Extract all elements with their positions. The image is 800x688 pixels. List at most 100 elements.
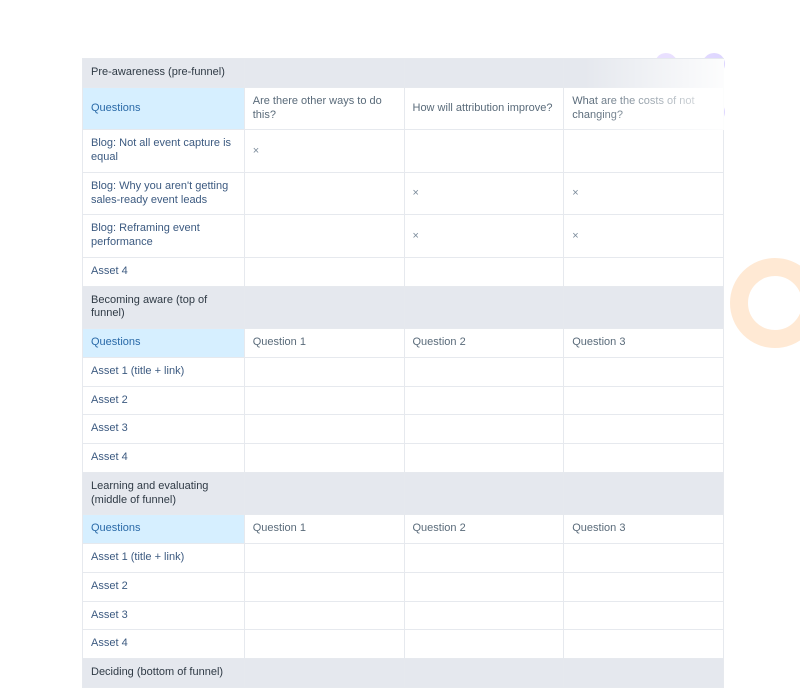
section-title: Pre-awareness (pre-funnel) bbox=[83, 59, 245, 88]
cell bbox=[405, 573, 565, 602]
section-spacer bbox=[405, 473, 565, 516]
cell bbox=[564, 415, 724, 444]
cell bbox=[245, 444, 405, 473]
section-title: Learning and evaluating (middle of funne… bbox=[83, 473, 245, 516]
section-spacer bbox=[245, 59, 405, 88]
cell bbox=[405, 602, 565, 631]
question-2: How will attribution improve? bbox=[405, 88, 565, 131]
questions-label: Questions bbox=[83, 329, 245, 358]
asset-label: Asset 4 bbox=[91, 451, 128, 465]
table-row: Asset 3 bbox=[83, 415, 724, 444]
section-spacer bbox=[245, 659, 405, 688]
table-row: Asset 4 bbox=[83, 444, 724, 473]
asset-label: Asset 4 bbox=[91, 265, 128, 279]
cell bbox=[564, 573, 724, 602]
section-title: Deciding (bottom of funnel) bbox=[83, 659, 245, 688]
section-header: Learning and evaluating (middle of funne… bbox=[83, 473, 724, 516]
asset-label: Asset 1 (title + link) bbox=[91, 365, 184, 379]
cell bbox=[405, 258, 565, 287]
table-row: Blog: Why you aren't getting sales-ready… bbox=[83, 173, 724, 216]
table-row: Asset 1 (title + link) bbox=[83, 544, 724, 573]
x-mark-icon: × bbox=[413, 188, 419, 199]
x-mark-icon: × bbox=[572, 188, 578, 199]
table-row: Asset 4 bbox=[83, 630, 724, 659]
section-spacer bbox=[564, 659, 724, 688]
question-1: Question 1 bbox=[245, 329, 405, 358]
cell bbox=[564, 387, 724, 416]
section-spacer bbox=[245, 473, 405, 516]
section-spacer bbox=[564, 287, 724, 330]
cell bbox=[564, 130, 724, 173]
asset-label: Asset 1 (title + link) bbox=[91, 551, 184, 565]
cell bbox=[245, 573, 405, 602]
asset-label: Blog: Not all event capture is equal bbox=[91, 137, 236, 165]
question-3: Question 3 bbox=[564, 329, 724, 358]
section-spacer bbox=[405, 287, 565, 330]
section-spacer bbox=[564, 59, 724, 88]
cell bbox=[564, 358, 724, 387]
x-mark-icon: × bbox=[253, 146, 259, 157]
x-mark-icon: × bbox=[413, 231, 419, 242]
asset-label: Asset 2 bbox=[91, 580, 128, 594]
table-row: Asset 1 (title + link) bbox=[83, 358, 724, 387]
asset-label: Asset 4 bbox=[91, 637, 128, 651]
question-2: Question 2 bbox=[405, 515, 565, 544]
section-spacer bbox=[405, 59, 565, 88]
section-header: Becoming aware (top of funnel) bbox=[83, 287, 724, 330]
cell bbox=[564, 258, 724, 287]
cell bbox=[245, 630, 405, 659]
cell bbox=[405, 387, 565, 416]
asset-label: Blog: Why you aren't getting sales-ready… bbox=[91, 180, 236, 208]
cell bbox=[564, 544, 724, 573]
questions-row: Questions Are there other ways to do thi… bbox=[83, 88, 724, 131]
section-header: Deciding (bottom of funnel) bbox=[83, 659, 724, 688]
questions-label: Questions bbox=[83, 515, 245, 544]
cell bbox=[245, 544, 405, 573]
cell: × bbox=[405, 173, 565, 216]
question-3: What are the costs of not changing? bbox=[564, 88, 724, 131]
cell bbox=[405, 130, 565, 173]
cell bbox=[564, 630, 724, 659]
section-header: Pre-awareness (pre-funnel) bbox=[83, 59, 724, 88]
question-1: Are there other ways to do this? bbox=[245, 88, 405, 131]
questions-row: Questions Question 1 Question 2 Question… bbox=[83, 515, 724, 544]
cell bbox=[245, 358, 405, 387]
cell bbox=[245, 387, 405, 416]
section-spacer bbox=[405, 659, 565, 688]
section-spacer bbox=[564, 473, 724, 516]
question-2: Question 2 bbox=[405, 329, 565, 358]
section-title: Becoming aware (top of funnel) bbox=[83, 287, 245, 330]
cell bbox=[405, 544, 565, 573]
cell bbox=[564, 444, 724, 473]
decor-circle-orange-icon bbox=[730, 258, 800, 348]
cell bbox=[245, 215, 405, 258]
asset-label: Asset 2 bbox=[91, 394, 128, 408]
cell bbox=[245, 602, 405, 631]
cell: × bbox=[405, 215, 565, 258]
cell: × bbox=[564, 215, 724, 258]
table-row: Asset 2 bbox=[83, 573, 724, 602]
cell bbox=[405, 444, 565, 473]
table-row: Asset 3 bbox=[83, 602, 724, 631]
x-mark-icon: × bbox=[572, 231, 578, 242]
asset-label: Asset 3 bbox=[91, 422, 128, 436]
cell bbox=[564, 602, 724, 631]
question-1: Question 1 bbox=[245, 515, 405, 544]
cell bbox=[245, 415, 405, 444]
asset-label: Blog: Reframing event performance bbox=[91, 222, 236, 250]
question-3: Question 3 bbox=[564, 515, 724, 544]
table-row: Blog: Not all event capture is equal × bbox=[83, 130, 724, 173]
cell bbox=[405, 630, 565, 659]
cell: × bbox=[564, 173, 724, 216]
asset-label: Asset 3 bbox=[91, 609, 128, 623]
cell bbox=[405, 358, 565, 387]
questions-label: Questions bbox=[83, 88, 245, 131]
cell bbox=[405, 415, 565, 444]
table-row: Blog: Reframing event performance × × bbox=[83, 215, 724, 258]
cell bbox=[245, 173, 405, 216]
content-map-table: Pre-awareness (pre-funnel) Questions Are… bbox=[82, 58, 724, 688]
questions-row: Questions Question 1 Question 2 Question… bbox=[83, 329, 724, 358]
section-spacer bbox=[245, 287, 405, 330]
table-row: Asset 4 bbox=[83, 258, 724, 287]
table-row: Asset 2 bbox=[83, 387, 724, 416]
